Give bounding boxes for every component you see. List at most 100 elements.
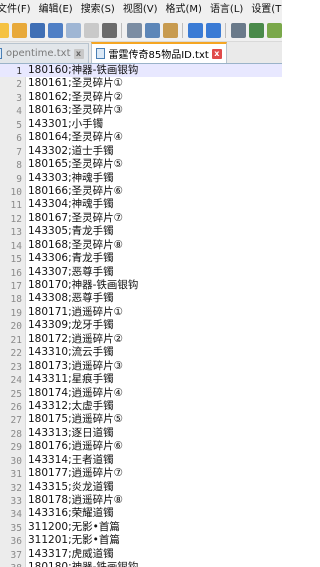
line-number: 22 — [10, 348, 22, 360]
editor-line[interactable]: 29 180176;逍遥碎片⑥ — [0, 440, 282, 453]
line-text: 180164;圣灵碎片④ — [28, 131, 124, 144]
editor-line[interactable]: 26 143312;太虚手镯 — [0, 400, 282, 413]
line-number: 20 — [10, 321, 22, 333]
line-text: 180177;逍遥碎片⑦ — [28, 467, 124, 480]
editor-line[interactable]: 28 143313;逐日道镯 — [0, 427, 282, 440]
replace-icon[interactable] — [248, 23, 264, 38]
paste-icon[interactable] — [162, 23, 178, 38]
line-number: 25 — [10, 388, 22, 400]
line-number: 36 — [10, 536, 22, 548]
line-text: 143317;虎威道镯 — [28, 547, 114, 560]
line-text: 180167;圣灵碎片⑦ — [28, 211, 124, 224]
editor-line[interactable]: 36 311201;无影•首篇 — [0, 534, 282, 547]
editor-line[interactable]: 9 143303;神魂手镯 — [0, 172, 282, 185]
editor-line[interactable]: 14 180168;圣灵碎片⑧ — [0, 239, 282, 252]
line-number: 27 — [10, 415, 22, 427]
editor-line[interactable]: 35 311200;无影•首篇 — [0, 521, 282, 534]
editor-line[interactable]: 15 143306;青龙手镯 — [0, 252, 282, 265]
editor-line[interactable]: 5 143301;小手镯 — [0, 118, 282, 131]
editor-line[interactable]: 2 180161;圣灵碎片① — [0, 77, 282, 90]
line-text: 180166;圣灵碎片⑥ — [28, 184, 124, 197]
copy-icon[interactable] — [144, 23, 160, 38]
editor-line[interactable]: 37 143317;虎威道镯 — [0, 548, 282, 561]
line-text: 180173;逍遥碎片③ — [28, 359, 124, 372]
editor-line[interactable]: 33 180178;逍遥碎片⑧ — [0, 494, 282, 507]
line-text: 143314;王者道镯 — [28, 453, 114, 466]
line-text: 143307;恶尊手镯 — [28, 265, 114, 278]
editor-line[interactable]: 19 180171;逍遥碎片① — [0, 306, 282, 319]
editor-line[interactable]: 4 180163;圣灵碎片③ — [0, 104, 282, 117]
line-number: 5 — [16, 119, 22, 131]
editor-line[interactable]: 10 180166;圣灵碎片⑥ — [0, 185, 282, 198]
open-file-icon[interactable] — [11, 23, 27, 38]
print-icon[interactable] — [101, 23, 117, 38]
close-tab-icon[interactable]: x — [73, 48, 84, 59]
redo-icon[interactable] — [205, 23, 221, 38]
line-number: 8 — [16, 160, 22, 172]
close-all-icon[interactable] — [83, 23, 99, 38]
menu-item[interactable]: 语言(L) — [206, 0, 247, 20]
line-text: 180172;逍遥碎片② — [28, 332, 124, 345]
menu-item[interactable]: 搜索(S) — [77, 0, 119, 20]
line-text: 143310;流云手镯 — [28, 346, 114, 359]
save-icon[interactable] — [29, 23, 45, 38]
editor-line[interactable]: 32 143315;炎龙道镯 — [0, 481, 282, 494]
line-number: 12 — [10, 213, 22, 225]
editor-line[interactable]: 24 143311;星痕手镯 — [0, 373, 282, 386]
editor-line[interactable]: 34 143316;荣耀道镯 — [0, 507, 282, 520]
line-text: 180165;圣灵碎片⑤ — [28, 158, 124, 171]
editor-line[interactable]: 23 180173;逍遥碎片③ — [0, 360, 282, 373]
line-number: 29 — [10, 442, 22, 454]
tab-item-ids[interactable]: 雷霆传奇85物品ID.txt x — [90, 42, 227, 63]
editor-line[interactable]: 30 143314;王者道镯 — [0, 454, 282, 467]
tab-label: 雷霆传奇85物品ID.txt — [108, 50, 209, 61]
line-number: 6 — [16, 133, 22, 145]
text-editor[interactable]: 1 180160;神器-铁画银钩 2 180161;圣灵碎片① 3 180162;圣灵碎片… — [0, 64, 282, 567]
zoom-icon[interactable] — [266, 23, 282, 38]
editor-line[interactable]: 25 180174;逍遥碎片④ — [0, 387, 282, 400]
line-number: 37 — [10, 549, 22, 561]
editor-line[interactable]: 7 143302;道士手镯 — [0, 145, 282, 158]
save-all-icon[interactable] — [47, 23, 63, 38]
menu-item[interactable]: 视图(V) — [119, 0, 162, 20]
editor-line[interactable]: 17 180170;神器-铁画银钩 — [0, 279, 282, 292]
close-file-icon[interactable] — [65, 23, 81, 38]
editor-line[interactable]: 8 180165;圣灵碎片⑤ — [0, 158, 282, 171]
toolbar-separator — [182, 23, 183, 38]
menu-item[interactable]: 设置(T) — [247, 0, 282, 20]
toolbar-separator — [225, 23, 226, 38]
menu-item[interactable]: 编辑(E) — [35, 0, 77, 20]
close-tab-icon[interactable]: x — [211, 48, 222, 59]
line-text: 180163;圣灵碎片③ — [28, 104, 124, 117]
editor-line[interactable]: 13 143305;青龙手镯 — [0, 225, 282, 238]
new-file-icon[interactable] — [0, 23, 9, 38]
editor-line[interactable]: 6 180164;圣灵碎片④ — [0, 131, 282, 144]
tab-opentime[interactable]: opentime.txt x — [0, 43, 89, 63]
line-text: 180162;圣灵碎片② — [28, 90, 124, 103]
line-text: 143316;荣耀道镯 — [28, 507, 114, 520]
line-number: 10 — [10, 186, 22, 198]
cut-icon[interactable] — [126, 23, 142, 38]
editor-line[interactable]: 16 143307;恶尊手镯 — [0, 266, 282, 279]
editor-line[interactable]: 38 180180;神器-铁画银钩 — [0, 561, 282, 567]
line-number: 18 — [10, 294, 22, 306]
undo-icon[interactable] — [187, 23, 203, 38]
editor-line[interactable]: 12 180167;圣灵碎片⑦ — [0, 212, 282, 225]
editor-line[interactable]: 18 143308;恶尊手镯 — [0, 292, 282, 305]
find-icon[interactable] — [230, 23, 246, 38]
editor-line[interactable]: 3 180162;圣灵碎片② — [0, 91, 282, 104]
editor-line[interactable]: 22 143310;流云手镯 — [0, 346, 282, 359]
line-text: 311200;无影•首篇 — [28, 520, 120, 533]
editor-line[interactable]: 1 180160;神器-铁画银钩 — [0, 64, 282, 78]
editor-line[interactable]: 27 180175;逍遥碎片⑤ — [0, 413, 282, 426]
toolbar — [0, 20, 282, 42]
menu-item[interactable]: 文件(F) — [0, 0, 35, 20]
line-number: 4 — [16, 106, 22, 118]
editor-line[interactable]: 31 180177;逍遥碎片⑦ — [0, 467, 282, 480]
menu-item[interactable]: 格式(M) — [162, 0, 206, 20]
editor-line[interactable]: 21 180172;逍遥碎片② — [0, 333, 282, 346]
line-number: 19 — [10, 307, 22, 319]
editor-line[interactable]: 20 143309;龙牙手镯 — [0, 319, 282, 332]
line-text: 180175;逍遥碎片⑤ — [28, 413, 124, 426]
editor-line[interactable]: 11 143304;神魂手镯 — [0, 198, 282, 211]
